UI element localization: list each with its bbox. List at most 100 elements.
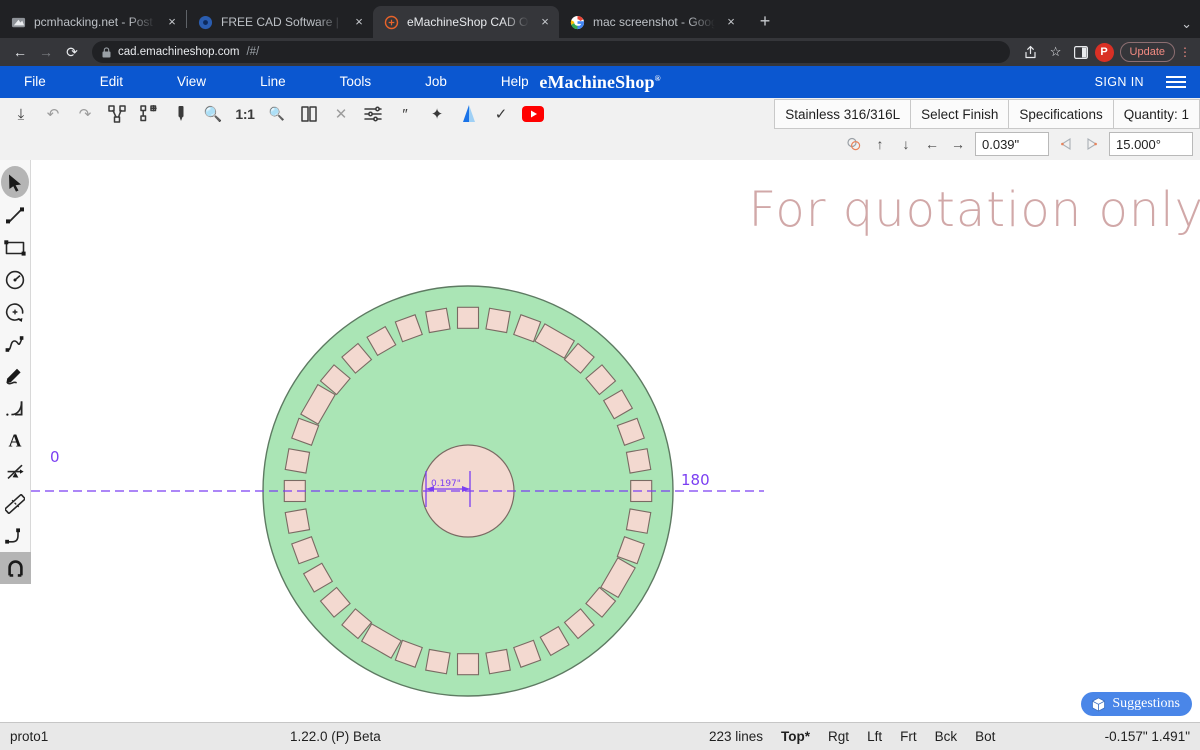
3d-view-icon[interactable] (454, 100, 484, 128)
spline-tool[interactable] (0, 328, 31, 360)
project-name: proto1 (10, 729, 49, 744)
browser-tab[interactable]: FREE CAD Software | Design C × (187, 6, 373, 38)
hamburger-menu-icon[interactable] (1166, 76, 1186, 88)
eyedropper-icon[interactable] (166, 100, 196, 128)
profile-avatar[interactable]: P (1094, 42, 1114, 62)
pcm-icon (10, 14, 26, 30)
zoom-out-icon[interactable]: 🔍 (262, 100, 292, 128)
ruler-tool[interactable] (0, 488, 31, 520)
tab-close-icon[interactable]: × (723, 14, 739, 30)
view-button-frt[interactable]: Frt (891, 729, 926, 744)
menu-help[interactable]: Help (491, 66, 539, 98)
menu-line[interactable]: Line (250, 66, 296, 98)
tab-close-icon[interactable]: × (351, 14, 367, 30)
arc-tool[interactable] (0, 296, 31, 328)
inch-units-icon[interactable]: ″ (390, 100, 420, 128)
cursor-coordinates: -0.157" 1.491" (1104, 729, 1190, 744)
move-down-button[interactable]: ↓ (894, 132, 918, 156)
snap-magnet-tool[interactable] (0, 552, 31, 584)
move-right-button[interactable]: → (946, 132, 970, 156)
svg-text:A: A (9, 431, 22, 451)
menu-edit[interactable]: Edit (90, 66, 133, 98)
angle-label-start: 0 (50, 448, 60, 466)
rotate-ccw-icon[interactable] (1054, 132, 1078, 156)
new-tab-button[interactable]: + (751, 7, 779, 35)
tab-search-chevron-icon[interactable]: ⌄ (1181, 16, 1192, 32)
tab-title: FREE CAD Software | Design C (221, 15, 343, 29)
tab-close-icon[interactable]: × (537, 14, 553, 30)
download-icon[interactable]: ⤓ (6, 100, 36, 128)
scale-1-1-icon-glyph: 1:1 (235, 106, 255, 122)
corner-tool[interactable] (0, 520, 31, 552)
page-view-icon[interactable] (294, 100, 324, 128)
undo-icon-glyph: ↶ (46, 106, 60, 123)
cube-icon (1092, 697, 1106, 711)
forward-icon[interactable]: → (34, 40, 58, 64)
suggestions-button[interactable]: Suggestions (1081, 692, 1192, 716)
youtube-icon[interactable] (518, 100, 548, 128)
back-icon[interactable]: ← (8, 40, 32, 64)
explode-icon[interactable] (102, 100, 132, 128)
share-icon[interactable] (1020, 41, 1042, 63)
part-hole (456, 306, 480, 329)
reload-icon[interactable]: ⟳ (60, 40, 84, 64)
move-left-button[interactable]: ← (920, 132, 944, 156)
redo-icon-glyph: ↷ (78, 106, 92, 123)
specifications-button[interactable]: Specifications (1008, 99, 1114, 129)
nudge-toolbar: ↑ ↓ ← → 0.039" 15.000° (842, 132, 1196, 156)
status-bar: proto1 1.22.0 (P) Beta 223 lines Top* Rgt… (0, 722, 1200, 750)
copy-shapes-icon[interactable] (842, 132, 866, 156)
add-feature-icon[interactable]: ✦ (422, 100, 452, 128)
rectangle-tool[interactable] (0, 232, 31, 264)
undo-icon[interactable]: ↶ (38, 100, 68, 128)
tab-close-icon[interactable]: × (164, 14, 180, 30)
dimension-tool[interactable] (0, 456, 31, 488)
zoom-in-icon[interactable]: 🔍 (198, 100, 228, 128)
browser-tab[interactable]: eMachineShop CAD Online | No × (373, 6, 559, 38)
select-tool[interactable] (1, 166, 29, 198)
view-button-bck[interactable]: Bck (926, 729, 967, 744)
cad-canvas[interactable]: For quotation only 0.197" 0 180 Suggesti… (31, 160, 1200, 722)
side-panel-icon[interactable] (1070, 41, 1092, 63)
rotate-cw-icon[interactable] (1080, 132, 1104, 156)
circle-tool[interactable] (0, 264, 31, 296)
dimension-value: 0.197" (431, 479, 461, 489)
view-button-bot[interactable]: Bot (966, 729, 1004, 744)
menu-file[interactable]: File (14, 66, 56, 98)
part-drawing[interactable]: 0.197" (31, 160, 1200, 722)
settings-sliders-icon[interactable] (358, 100, 388, 128)
view-button-rgt[interactable]: Rgt (819, 729, 858, 744)
google-icon (569, 14, 585, 30)
sign-in-button[interactable]: SIGN IN (1095, 75, 1144, 89)
browser-tab[interactable]: mac screenshot - Google Sear × (559, 6, 745, 38)
bookmark-star-icon[interactable]: ☆ (1045, 41, 1067, 63)
check-icon[interactable]: ✓ (486, 100, 516, 128)
view-button-lft[interactable]: Lft (858, 729, 891, 744)
menu-tools[interactable]: Tools (330, 66, 382, 98)
redo-icon[interactable]: ↷ (70, 100, 100, 128)
rotate-angle-input[interactable]: 15.000° (1109, 132, 1193, 156)
emachineshop-icon (383, 14, 399, 30)
tab-title: eMachineShop CAD Online | No (407, 15, 529, 29)
update-button[interactable]: Update (1119, 42, 1175, 62)
browser-toolbar: ← → ⟳ cad.emachineshop.com /#/ ☆ P Update… (0, 38, 1200, 66)
fillet-tool[interactable] (0, 392, 31, 424)
nudge-distance-input[interactable]: 0.039" (975, 132, 1049, 156)
scale-1-1-icon[interactable]: 1:1 (230, 100, 260, 128)
browser-menu-icon[interactable]: ⋮ (1178, 45, 1192, 59)
delete-icon[interactable]: ✕ (326, 100, 356, 128)
material-button[interactable]: Stainless 316/316L (774, 99, 912, 129)
line-tool[interactable] (0, 200, 31, 232)
quantity-button[interactable]: Quantity: 1 (1112, 99, 1200, 129)
address-bar[interactable]: cad.emachineshop.com /#/ (92, 41, 1010, 63)
view-button-top[interactable]: Top* (772, 729, 819, 744)
text-tool[interactable]: A (0, 424, 31, 456)
freehand-tool[interactable] (0, 360, 31, 392)
browser-tab[interactable]: pcmhacking.net - Post a reply × (0, 6, 186, 38)
menu-job[interactable]: Job (415, 66, 457, 98)
select-finish-button[interactable]: Select Finish (910, 99, 1010, 129)
menu-view[interactable]: View (167, 66, 216, 98)
group-add-icon[interactable] (134, 100, 164, 128)
move-up-button[interactable]: ↑ (868, 132, 892, 156)
view-switcher: 223 lines Top* Rgt Lft Frt Bck Bot (700, 729, 1004, 744)
